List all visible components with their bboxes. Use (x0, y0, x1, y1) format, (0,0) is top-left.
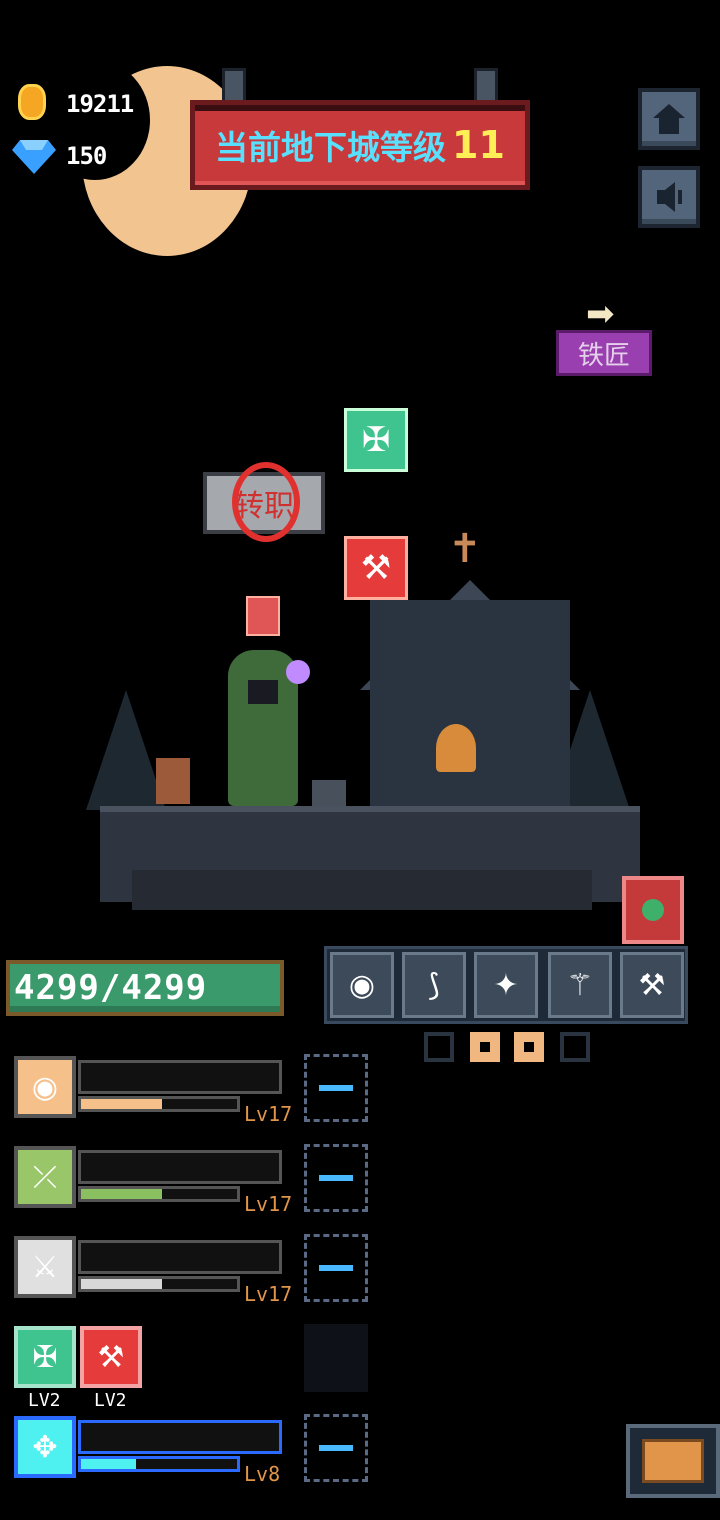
chapel (370, 600, 570, 810)
weapon-slot-3[interactable]: ✦ (474, 952, 538, 1018)
mace-skill-level: Lv8 (244, 1462, 281, 1486)
equip-slot-5[interactable] (304, 1414, 368, 1482)
dungeon-level-banner: 当前地下城等级 11 (190, 100, 530, 190)
arrow-right-icon: ➡ (586, 294, 615, 334)
skill-progress-1 (78, 1096, 240, 1112)
skill-bar-2 (78, 1150, 282, 1184)
gravestone (312, 780, 346, 806)
equip-slot-1[interactable] (304, 1054, 368, 1122)
treasure-chest-button[interactable] (626, 1424, 720, 1498)
skill-icon-1[interactable]: ◉ (14, 1056, 76, 1118)
flower-pot (156, 758, 190, 804)
bow-icon: ⟆ (428, 967, 440, 1003)
companion-1[interactable]: ✠ (14, 1326, 76, 1388)
stone-ground-lower (132, 870, 592, 910)
bow-icon: ⤫ (33, 1159, 57, 1195)
prohibited-icon (232, 462, 300, 542)
skill-icon-3[interactable]: ⚔ (14, 1236, 76, 1298)
mace-skill-progress (78, 1456, 240, 1472)
diamond-icon (12, 140, 56, 174)
chest-icon (642, 1439, 704, 1483)
page-dot[interactable] (470, 1032, 500, 1062)
page-dot[interactable] (424, 1032, 454, 1062)
weapon-slot-2[interactable]: ⟆ (402, 952, 466, 1018)
pine-tree-left (86, 690, 166, 810)
companion-level-2: LV2 (94, 1390, 127, 1411)
skill-bar-3 (78, 1240, 282, 1274)
health-value: 4299/4299 (14, 968, 208, 1008)
gold-coin-icon (18, 84, 46, 120)
staff-icon: ⚚ (566, 967, 594, 1003)
mace-skill-icon[interactable]: ✥ (14, 1416, 76, 1478)
equip-slot-3[interactable] (304, 1234, 368, 1302)
sword-icon: ✦ (493, 967, 519, 1003)
hammer-icon: ⚒ (638, 967, 666, 1003)
gem-icon (642, 899, 664, 921)
home-icon (653, 104, 685, 134)
weapon-slot-5[interactable]: ⚒ (620, 952, 684, 1018)
sword-icon: ⚔ (31, 1249, 59, 1285)
skill-level-1: Lv17 (244, 1102, 293, 1126)
skill-level-3: Lv17 (244, 1282, 293, 1306)
weapon-slot-1[interactable]: ◉ (330, 952, 394, 1018)
skill-icon-2[interactable]: ⤫ (14, 1146, 76, 1208)
companion-2[interactable]: ⚒ (80, 1326, 142, 1388)
sound-button[interactable] (638, 166, 700, 228)
banner-title: 当前地下城等级 (215, 128, 447, 167)
weapon-slot-4[interactable]: ⚚ (548, 952, 612, 1018)
skill-level-2: Lv17 (244, 1192, 293, 1216)
crossbow-icon: ✠ (32, 1339, 58, 1375)
cross-icon: ✝ (448, 526, 482, 572)
skill-bar-1 (78, 1060, 282, 1094)
blacksmith-button[interactable]: 铁匠 (556, 330, 652, 376)
bell-icon (436, 724, 476, 772)
equip-slot-2[interactable] (304, 1144, 368, 1212)
banner-level: 11 (452, 123, 505, 167)
shield-icon: ◉ (31, 1069, 59, 1105)
page-dot[interactable] (560, 1032, 590, 1062)
gold-count: 19211 (66, 90, 134, 118)
mace-skill-bar (78, 1420, 282, 1454)
shield-icon: ◉ (348, 967, 376, 1003)
skill-book-button[interactable] (622, 876, 684, 944)
gem-count: 150 (66, 142, 107, 170)
spellbook-icon (246, 596, 280, 636)
hero-face (248, 680, 278, 704)
crossbow-drop-icon[interactable]: ✠ (344, 408, 408, 472)
skill-progress-2 (78, 1186, 240, 1202)
empty-slot (304, 1324, 368, 1392)
magic-orb-icon (286, 660, 310, 684)
skill-progress-3 (78, 1276, 240, 1292)
home-button[interactable] (638, 88, 700, 150)
axe-icon: ⚒ (97, 1339, 125, 1375)
health-bar: 4299/4299 (6, 960, 284, 1016)
speaker-icon (657, 182, 682, 212)
page-dot[interactable] (514, 1032, 544, 1062)
companion-level-1: LV2 (28, 1390, 61, 1411)
